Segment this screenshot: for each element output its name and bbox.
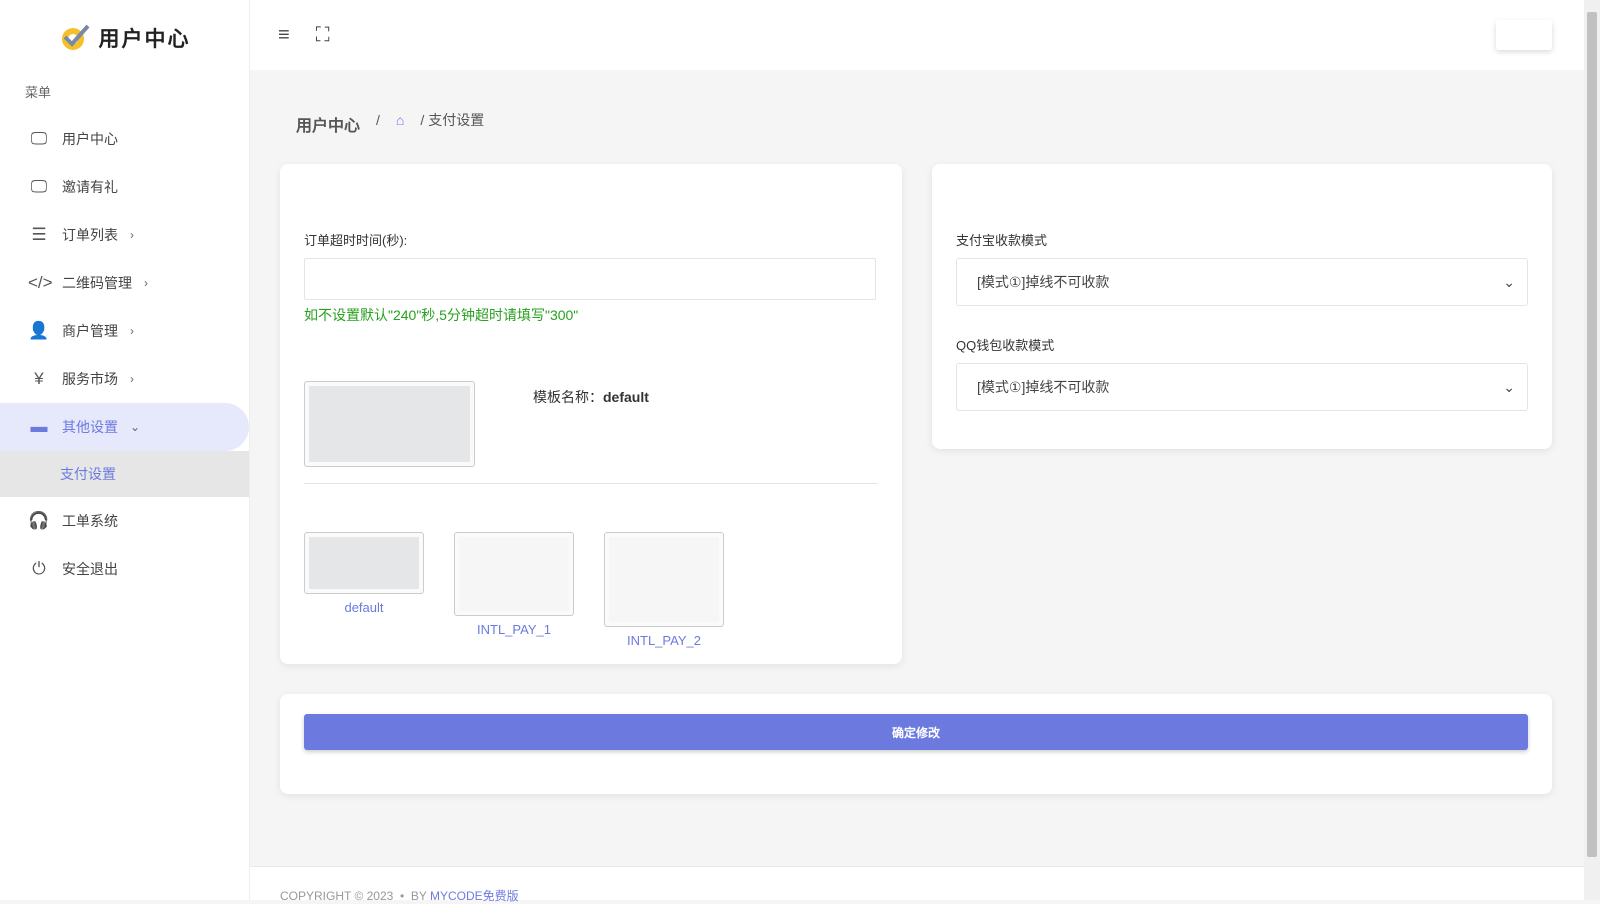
template-option-default[interactable]: default — [304, 532, 424, 615]
scrollbar-thumb[interactable] — [1587, 12, 1597, 857]
chevron-right-icon: › — [130, 324, 134, 338]
power-icon: ⏻ — [32, 559, 46, 578]
headset-icon: 🎧 — [28, 511, 50, 530]
yen-icon: ¥ — [34, 369, 44, 388]
sidebar-item-market[interactable]: ¥ 服务市场 › — [0, 355, 249, 403]
selected-value: [模式①]掉线不可收款 — [977, 274, 1110, 290]
wallet-icon: ▬ — [30, 417, 48, 436]
label: 用户中心 — [62, 131, 118, 147]
label: 工单系统 — [62, 513, 118, 529]
timeout-input[interactable] — [304, 258, 876, 300]
hamburger-menu-icon[interactable]: ≡ — [278, 24, 290, 47]
scrollbar[interactable] — [1584, 0, 1600, 900]
submit-card: 确定修改 — [280, 694, 1552, 794]
footer: COPYRIGHT © 2023 • BY MYCODE免费版 — [250, 866, 1584, 903]
submit-button[interactable]: 确定修改 — [304, 714, 1528, 750]
home-icon[interactable]: ⌂ — [396, 112, 404, 128]
label: 订单列表 — [62, 227, 118, 243]
breadcrumb: 用户中心 / ⌂ / 支付设置 — [296, 104, 484, 136]
template-label: default — [344, 600, 384, 615]
sidebar-item-tickets[interactable]: 🎧 工单系统 — [0, 497, 249, 545]
chevron-right-icon: › — [130, 228, 134, 242]
template-option-intl-pay-2[interactable]: INTL_PAY_2 — [604, 532, 724, 648]
fullscreen-icon[interactable]: ⛶ — [316, 24, 330, 47]
alipay-mode-select[interactable]: [模式①]掉线不可收款 ⌄ — [956, 258, 1528, 306]
monitor-icon: 🖵 — [30, 177, 48, 196]
divider — [304, 483, 878, 484]
sidebar: 用户中心 菜单 🖵 用户中心 🖵 邀请有礼 ☰ 订单列表 › </> 二维码管理 › 👤 商户… — [0, 0, 250, 900]
sidebar-item-orders[interactable]: ☰ 订单列表 › — [0, 211, 249, 259]
brand-logo[interactable]: 用户中心 — [0, 0, 249, 76]
gear-check-icon — [61, 24, 89, 50]
label: 邀请有礼 — [62, 179, 118, 195]
timeout-label: 订单超时时间(秒): — [304, 233, 408, 248]
label: 二维码管理 — [62, 275, 132, 291]
label: 商户管理 — [62, 323, 118, 339]
sidebar-item-logout[interactable]: ⏻ 安全退出 — [0, 545, 249, 593]
label: 服务市场 — [62, 371, 118, 387]
list-icon: ☰ — [31, 225, 47, 244]
template-label: INTL_PAY_2 — [627, 633, 701, 648]
sidebar-item-invite[interactable]: 🖵 邀请有礼 — [0, 163, 249, 211]
timeout-hint: 如不设置默认"240"秒,5分钟超时请填写"300" — [304, 307, 579, 323]
avatar[interactable] — [1496, 20, 1552, 50]
user-icon: 👤 — [28, 321, 50, 340]
brand-title: 用户中心 — [98, 28, 191, 51]
current-template-preview — [304, 381, 475, 467]
chevron-down-icon: ⌄ — [1503, 273, 1515, 290]
separator: / — [420, 112, 425, 128]
selected-value: [模式①]掉线不可收款 — [977, 379, 1110, 395]
topbar: ≡ ⛶ — [250, 0, 1584, 70]
label: 其他设置 — [62, 419, 118, 435]
qq-mode-label: QQ钱包收款模式 — [956, 338, 1055, 353]
timeout-card: 订单超时时间(秒): 如不设置默认"240"秒,5分钟超时请填写"300" 模板… — [280, 164, 902, 664]
code-icon: </> — [28, 273, 53, 292]
chevron-right-icon: › — [130, 372, 134, 386]
alipay-mode-label: 支付宝收款模式 — [956, 233, 1048, 248]
template-name: default — [603, 389, 649, 405]
sidebar-item-merchant[interactable]: 👤 商户管理 › — [0, 307, 249, 355]
breadcrumb-current: 支付设置 — [428, 112, 485, 128]
breadcrumb-root[interactable]: 用户中心 — [296, 112, 360, 136]
template-option-intl-pay-1[interactable]: INTL_PAY_1 — [454, 532, 574, 637]
qq-mode-select[interactable]: [模式①]掉线不可收款 ⌄ — [956, 363, 1528, 411]
template-name-label: 模板名称： — [533, 389, 603, 405]
sidebar-subitem-pay-settings[interactable]: 支付设置 — [0, 451, 249, 497]
label: 安全退出 — [62, 561, 118, 577]
footer-link[interactable]: MYCODE免费版 — [430, 889, 519, 903]
sidebar-item-other-settings[interactable]: ▬ 其他设置 ⌄ — [0, 403, 249, 451]
chevron-down-icon: ⌄ — [1503, 378, 1515, 395]
separator: / — [376, 112, 380, 128]
chevron-down-icon: ⌄ — [130, 420, 141, 434]
chevron-right-icon: › — [144, 276, 148, 290]
sidebar-item-qrcode[interactable]: </> 二维码管理 › — [0, 259, 249, 307]
template-label: INTL_PAY_1 — [477, 622, 551, 637]
monitor-icon: 🖵 — [30, 129, 48, 148]
menu-title: 菜单 — [25, 85, 52, 100]
payment-mode-card: 支付宝收款模式 [模式①]掉线不可收款 ⌄ QQ钱包收款模式 [模式①]掉线不可收… — [932, 164, 1552, 449]
copyright: COPYRIGHT © 2023 • BY — [280, 889, 430, 903]
sidebar-item-user-center[interactable]: 🖵 用户中心 — [0, 115, 249, 163]
